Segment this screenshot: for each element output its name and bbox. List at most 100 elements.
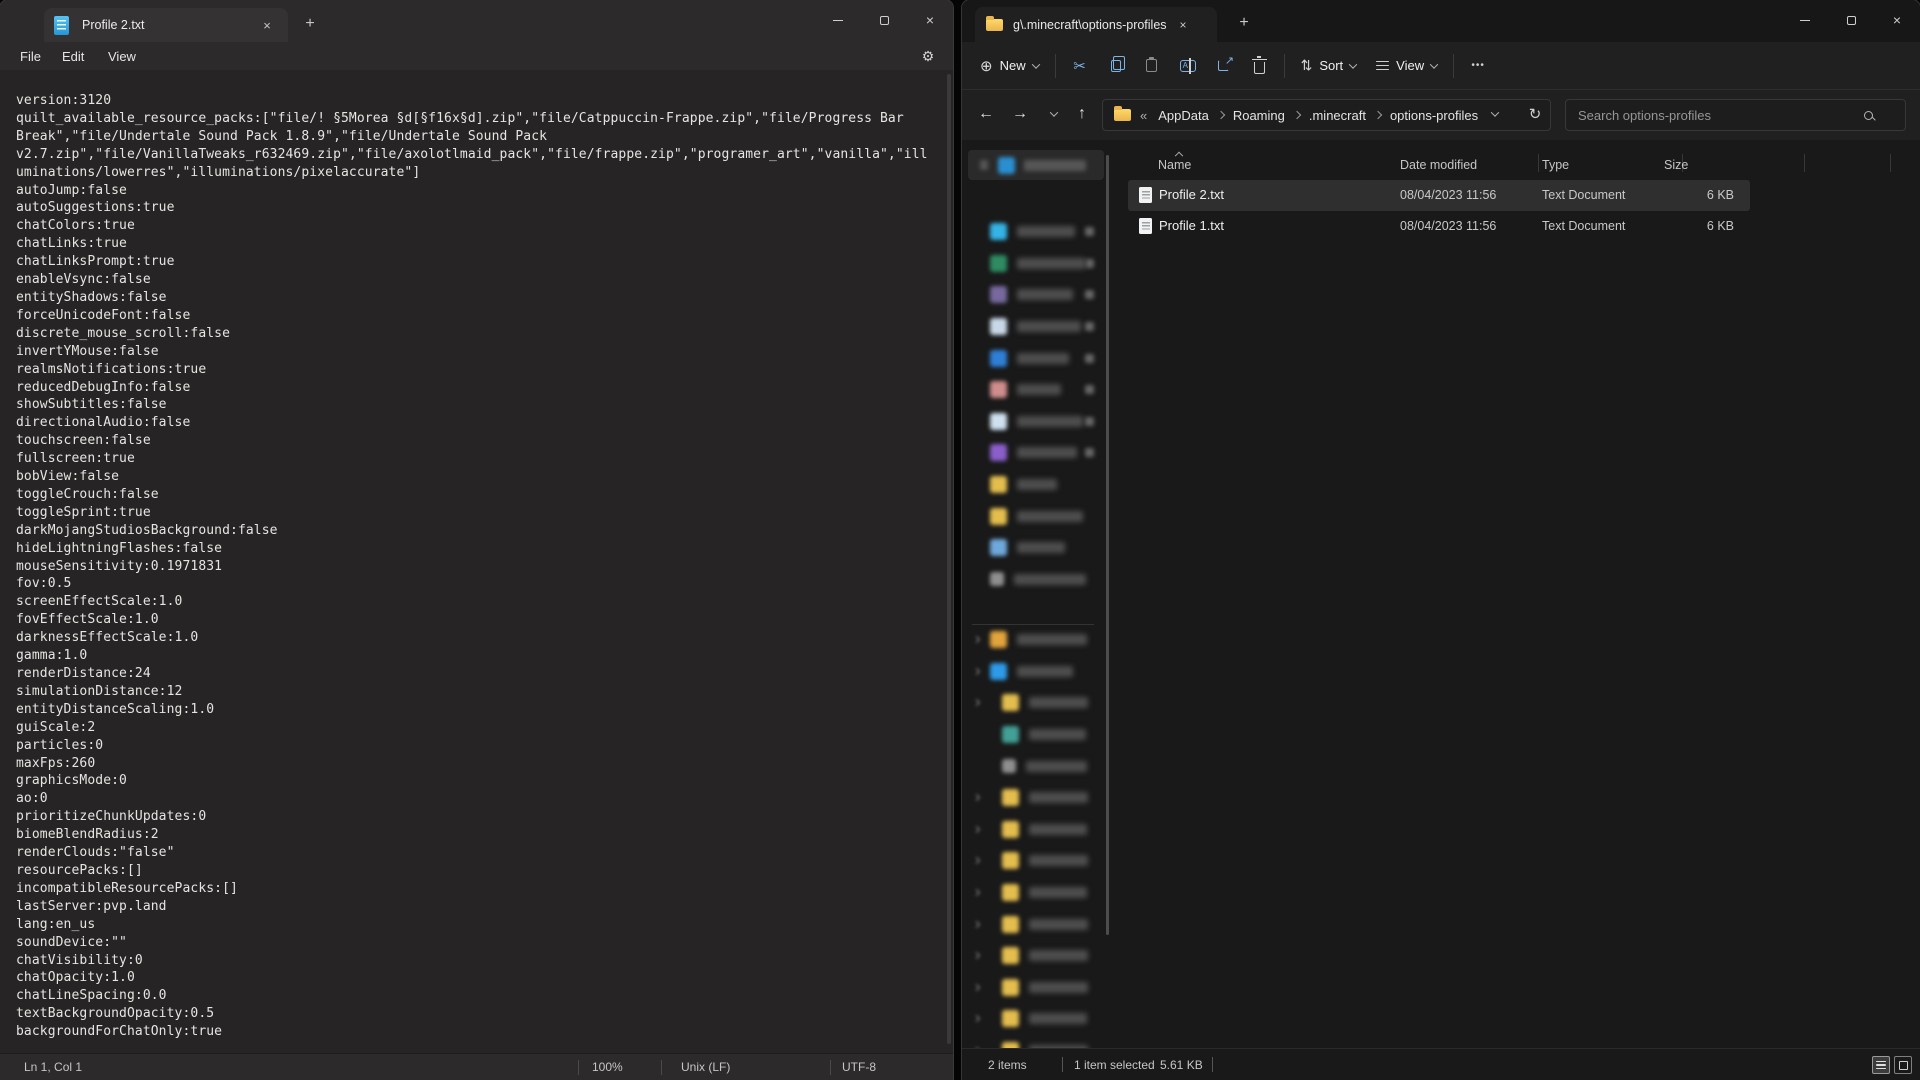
file-row[interactable]: Profile 1.txt 08/04/2023 11:56 Text Docu… [1128, 211, 1750, 242]
sidebar-item[interactable] [962, 972, 1110, 1004]
maximize-icon [1847, 16, 1856, 25]
sidebar-item-icon [990, 223, 1007, 240]
column-type[interactable]: Type [1542, 158, 1569, 172]
text-editor-area[interactable]: version:3120quilt_available_resource_pac… [0, 70, 946, 1053]
zoom-level[interactable]: 100% [592, 1060, 623, 1074]
sidebar-item-label-redacted [1017, 289, 1073, 300]
copy-button[interactable] [1098, 49, 1134, 83]
column-divider[interactable] [1538, 154, 1539, 172]
sidebar-item[interactable] [962, 469, 1110, 501]
sidebar-item-selected[interactable] [968, 150, 1104, 180]
share-button[interactable]: ↗ [1206, 49, 1242, 83]
sidebar-pinned-list [962, 216, 1110, 595]
forward-button[interactable]: → [1004, 98, 1036, 130]
column-divider[interactable] [1804, 154, 1805, 172]
cut-button[interactable]: ✂ [1062, 49, 1098, 83]
editor-line: textBackgroundOpacity:0.5 [16, 1005, 946, 1023]
menu-view[interactable]: View [96, 42, 148, 70]
close-button[interactable]: × [1874, 0, 1920, 40]
details-view-toggle[interactable] [1872, 1056, 1890, 1074]
sidebar-item[interactable] [962, 845, 1110, 877]
sort-button[interactable]: ⇅ Sort [1291, 49, 1367, 83]
chevron-right-icon [973, 952, 980, 959]
breadcrumb: AppData Roaming .minecraft options-profi… [1151, 108, 1485, 123]
explorer-sidebar [962, 140, 1110, 1048]
sidebar-item[interactable] [962, 374, 1110, 406]
sidebar-item[interactable] [962, 564, 1110, 596]
minimize-button[interactable] [1782, 0, 1828, 40]
sidebar-item[interactable] [962, 908, 1110, 940]
sidebar-item-icon [1002, 759, 1016, 773]
tab-close-icon[interactable]: × [1173, 15, 1193, 35]
sidebar-item[interactable] [962, 216, 1110, 248]
refresh-button[interactable]: ↻ [1522, 98, 1548, 130]
sidebar-item[interactable] [962, 719, 1110, 751]
sidebar-item[interactable] [962, 814, 1110, 846]
chevron-down-icon [1349, 60, 1357, 68]
sidebar-item[interactable] [962, 1035, 1110, 1048]
search-box[interactable] [1565, 99, 1906, 131]
menu-edit[interactable]: Edit [50, 42, 96, 70]
notepad-tab[interactable]: Profile 2.txt × [44, 8, 288, 42]
sidebar-item[interactable] [962, 687, 1110, 719]
sidebar-item[interactable] [962, 437, 1110, 469]
new-tab-button[interactable]: + [1230, 9, 1258, 37]
rename-button[interactable]: A [1170, 49, 1206, 83]
sidebar-item[interactable] [962, 248, 1110, 280]
chevron-down-icon [1430, 60, 1438, 68]
column-date-modified[interactable]: Date modified [1400, 158, 1477, 172]
sidebar-item[interactable] [962, 782, 1110, 814]
back-button[interactable]: ← [970, 98, 1002, 130]
up-button[interactable]: ↑ [1066, 98, 1098, 130]
sidebar-item[interactable] [962, 311, 1110, 343]
tab-close-icon[interactable]: × [256, 14, 278, 36]
close-button[interactable]: × [907, 0, 953, 40]
paste-button[interactable] [1134, 49, 1170, 83]
menu-file[interactable]: File [8, 42, 53, 70]
delete-button[interactable] [1242, 49, 1278, 83]
sidebar-item[interactable] [962, 624, 1110, 656]
sidebar-item[interactable] [962, 656, 1110, 688]
new-tab-button[interactable]: + [296, 10, 324, 38]
explorer-tab[interactable]: g\.minecraft\options-profiles × [975, 7, 1217, 42]
file-explorer-window: g\.minecraft\options-profiles × + × ⊕ Ne… [962, 0, 1920, 1080]
file-row[interactable]: Profile 2.txt 08/04/2023 11:56 Text Docu… [1128, 180, 1750, 211]
status-divider [578, 1060, 579, 1075]
editor-scrollbar[interactable] [947, 74, 951, 1044]
column-size[interactable]: Size [1664, 158, 1688, 172]
sidebar-item[interactable] [962, 940, 1110, 972]
sidebar-item-icon [990, 286, 1007, 303]
maximize-button[interactable] [861, 0, 907, 40]
breadcrumb-item[interactable]: .minecraft [1302, 108, 1373, 123]
pin-icon [1085, 448, 1094, 457]
sidebar-item[interactable] [962, 532, 1110, 564]
sidebar-item[interactable] [962, 1003, 1110, 1035]
see-more-button[interactable]: ••• [1460, 49, 1496, 83]
sidebar-item[interactable] [962, 406, 1110, 438]
sidebar-item[interactable] [962, 342, 1110, 374]
address-bar[interactable]: « AppData Roaming .minecraft options-pro… [1102, 99, 1551, 131]
breadcrumb-item[interactable]: AppData [1151, 108, 1216, 123]
sidebar-item[interactable] [962, 750, 1110, 782]
breadcrumb-item[interactable]: options-profiles [1383, 108, 1485, 123]
minimize-button[interactable] [815, 0, 861, 40]
sidebar-item[interactable] [962, 877, 1110, 909]
search-input[interactable] [1566, 108, 1856, 123]
explorer-tab-bar: g\.minecraft\options-profiles × + × [962, 0, 1920, 42]
chevron-right-icon [973, 1015, 980, 1022]
column-name[interactable]: Name [1158, 158, 1191, 172]
breadcrumb-item[interactable]: Roaming [1226, 108, 1292, 123]
icons-view-toggle[interactable] [1894, 1056, 1912, 1074]
sidebar-item[interactable] [962, 279, 1110, 311]
view-button[interactable]: View [1366, 49, 1447, 83]
sidebar-scrollbar[interactable] [1106, 155, 1109, 935]
new-button[interactable]: ⊕ New [970, 49, 1049, 83]
sidebar-item-icon [990, 508, 1007, 525]
sidebar-item-label-redacted [1017, 447, 1077, 458]
sidebar-item-icon [990, 572, 1004, 586]
breadcrumb-overflow[interactable]: « [1140, 108, 1147, 123]
maximize-button[interactable] [1828, 0, 1874, 40]
sidebar-item[interactable] [962, 500, 1110, 532]
column-divider[interactable] [1890, 154, 1891, 172]
settings-gear-icon[interactable]: ⚙ [915, 44, 941, 68]
